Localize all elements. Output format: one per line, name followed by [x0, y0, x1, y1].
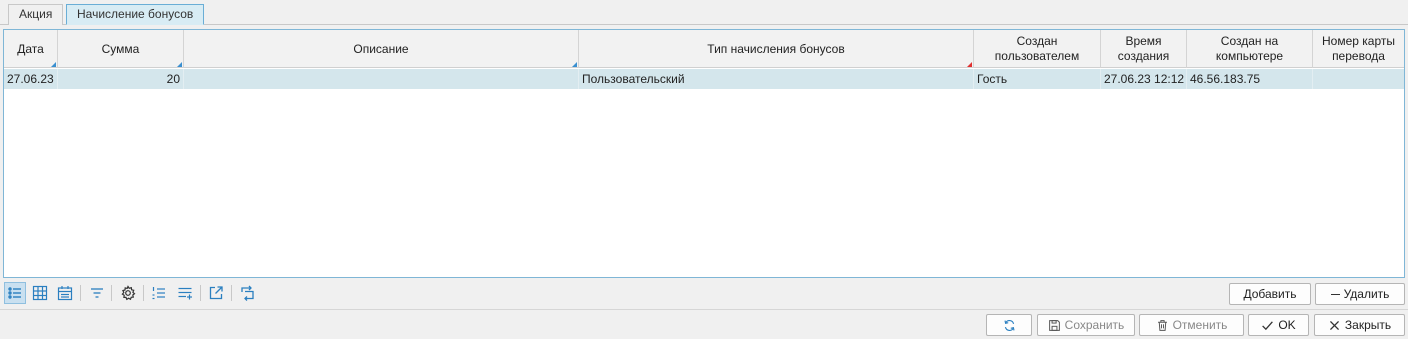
column-header-card[interactable]: Номер карты перевода [1313, 30, 1404, 68]
cell-date[interactable]: 27.06.23 [4, 69, 58, 89]
trash-icon [1157, 319, 1167, 331]
sort-marker-icon [572, 62, 577, 67]
save-icon [1048, 319, 1060, 331]
toolbar-separator [111, 285, 112, 301]
filter-icon [91, 288, 103, 298]
column-header-type[interactable]: Тип начисления бонусов [579, 30, 974, 68]
cell-sum[interactable]: 20 [58, 69, 184, 89]
toolbar-separator [80, 285, 81, 301]
list-view-icon [8, 287, 21, 299]
calendar-view-button[interactable] [54, 282, 76, 304]
toolbar-separator [200, 285, 201, 301]
calendar-view-icon [57, 286, 73, 301]
settings-icon [121, 285, 136, 301]
close-button-label: Закрыть [1344, 318, 1392, 332]
toolbar-separator [143, 285, 144, 301]
grid-header: Дата Сумма Описание Тип начисления бонус… [4, 30, 1404, 68]
transfer-button[interactable] [236, 282, 258, 304]
tab-action[interactable]: Акция [8, 4, 64, 25]
close-button[interactable]: Закрыть [1314, 314, 1405, 336]
transfer-icon [241, 285, 254, 301]
delete-button[interactable]: Удалить [1315, 283, 1405, 305]
check-icon [1262, 320, 1274, 330]
cell-description[interactable] [184, 69, 579, 89]
column-label: Сумма [101, 41, 140, 56]
export-icon [209, 286, 223, 300]
ok-button[interactable]: OK [1248, 314, 1309, 336]
refresh-icon [1003, 319, 1015, 331]
save-button-label: Сохранить [1064, 318, 1125, 332]
add-button[interactable]: Добавить [1229, 283, 1311, 305]
cancel-button-label: Отменить [1172, 318, 1228, 332]
sort-marker-icon [177, 62, 182, 67]
numbered-list-button[interactable] [148, 282, 170, 304]
refresh-button[interactable] [986, 314, 1032, 336]
column-label: Описание [353, 41, 409, 56]
cell-card[interactable] [1313, 69, 1404, 89]
column-label: Номер карты перевода [1322, 34, 1395, 63]
grid-view-button[interactable] [29, 282, 51, 304]
footer-divider [0, 309, 1408, 310]
column-header-user[interactable]: Создан пользователем [974, 30, 1101, 68]
column-header-sum[interactable]: Сумма [58, 30, 184, 68]
column-header-date[interactable]: Дата [4, 30, 58, 68]
add-list-button[interactable] [174, 282, 196, 304]
grid-view-icon [32, 285, 48, 301]
minus-icon [1330, 293, 1340, 295]
column-label: Создан пользователем [994, 34, 1080, 63]
close-icon [1329, 320, 1339, 330]
column-label: Дата [17, 41, 44, 56]
delete-button-label: Удалить [1343, 287, 1390, 301]
column-label: Время создания [1117, 34, 1170, 63]
sort-marker-icon [51, 62, 56, 67]
save-button[interactable]: Сохранить [1037, 314, 1135, 336]
cell-time[interactable]: 27.06.23 12:12 [1101, 69, 1187, 89]
ok-button-label: OK [1278, 318, 1296, 332]
toolbar-separator [231, 285, 232, 301]
sort-marker-icon [967, 62, 972, 67]
column-label: Тип начисления бонусов [707, 41, 845, 56]
cancel-button[interactable]: Отменить [1139, 314, 1244, 336]
bonus-grid: Дата Сумма Описание Тип начисления бонус… [3, 29, 1405, 278]
column-header-time[interactable]: Время создания [1101, 30, 1187, 68]
numbered-list-icon [152, 287, 165, 300]
column-header-description[interactable]: Описание [184, 30, 579, 68]
tab-bonus-accrual[interactable]: Начисление бонусов [66, 4, 205, 25]
cell-computer[interactable]: 46.56.183.75 [1187, 69, 1313, 89]
grid-toolbar: Добавить Удалить [0, 282, 1408, 306]
export-button[interactable] [205, 282, 227, 304]
list-view-button[interactable] [4, 282, 26, 304]
window: Акция Начисление бонусов Дата Сумма Опис… [0, 0, 1408, 339]
add-button-label: Добавить [1243, 287, 1297, 301]
filter-button[interactable] [86, 282, 108, 304]
cell-user[interactable]: Гость [974, 69, 1101, 89]
table-row[interactable]: 27.06.23 20 Пользовательский Гость 27.06… [4, 69, 1404, 89]
settings-button[interactable] [117, 282, 139, 304]
column-label: Создан на компьютере [1215, 34, 1284, 63]
cell-type[interactable]: Пользовательский [579, 69, 974, 89]
tab-bar: Акция Начисление бонусов [0, 0, 1408, 25]
column-header-computer[interactable]: Создан на компьютере [1187, 30, 1313, 68]
add-list-icon [178, 287, 192, 300]
